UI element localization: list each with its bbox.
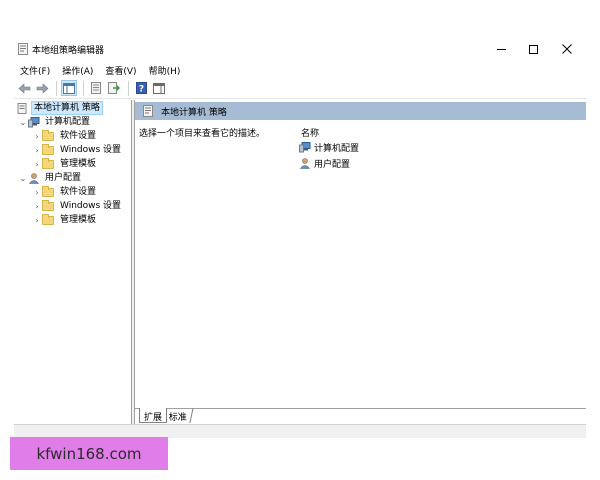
tree-item-computer-config[interactable]: ⌄ 计算机配置 [18,115,92,129]
forward-arrow-icon [36,82,48,94]
title-bar[interactable]: 本地组策略编辑器 [14,36,586,62]
svg-text:?: ? [138,85,143,95]
tree-item-user-config[interactable]: ⌄ 用户配置 [18,171,83,185]
menu-file[interactable]: 文件(F) [14,62,56,77]
list-item-user-config[interactable]: 用户配置 [299,156,350,170]
expand-icon[interactable]: › [32,145,42,155]
policy-document-icon [18,43,28,55]
action-pane-button[interactable] [151,80,167,96]
folder-icon [42,129,54,141]
back-arrow-icon [18,82,30,94]
expand-icon[interactable]: › [32,215,42,225]
policy-document-icon [143,105,153,117]
tree-item-user-admin-templates[interactable]: › 管理模板 [32,213,98,227]
menu-help[interactable]: 帮助(H) [143,62,187,77]
expand-icon[interactable]: › [32,187,42,197]
menu-bar: 文件(F) 操作(A) 查看(V) 帮助(H) [14,62,586,77]
expand-icon[interactable]: › [32,159,42,169]
export-list-button[interactable] [106,80,122,96]
folder-icon [42,143,54,155]
folder-icon [42,157,54,169]
toolbar-separator [128,80,129,96]
tree-item-label: 软件设置 [60,187,97,197]
show-hide-tree-button[interactable] [61,80,77,96]
toolbar-separator [83,80,84,96]
expand-icon[interactable]: › [32,201,42,211]
maximize-button[interactable] [518,40,548,58]
details-header-title: 本地计算机 策略 [161,107,227,118]
folder-icon [42,199,54,211]
minimize-icon [496,48,506,50]
help-button[interactable]: ? [133,80,149,96]
collapse-icon[interactable]: ⌄ [18,173,28,183]
action-pane-icon [153,82,165,94]
details-pane: 本地计算机 策略 选择一个项目来查看它的描述。 名称 计算机配置 用户配置 [135,100,586,408]
toolbar: ? [14,78,586,99]
tree-item-computer-admin-templates[interactable]: › 管理模板 [32,157,98,171]
back-button[interactable] [16,80,32,96]
tree-item-computer-software-settings[interactable]: › 软件设置 [32,129,98,143]
tree-item-computer-windows-settings[interactable]: › Windows 设置 [32,143,123,157]
view-tabs: 扩展 标准 [135,408,586,424]
tree-item-label: 管理模板 [60,159,97,169]
toolbar-separator [56,80,57,96]
tree-item-label: 本地计算机 策略 [31,101,103,115]
computer-icon [28,116,40,127]
user-icon [299,157,311,169]
details-header: 本地计算机 策略 [135,102,586,120]
console-tree[interactable]: 本地计算机 策略 ⌄ 计算机配置 › 软件设置 › Windows 设置 › 管… [14,100,132,424]
tree-item-user-windows-settings[interactable]: › Windows 设置 [32,199,123,213]
tab-standard-label: 标准 [168,413,187,423]
minimize-button[interactable] [486,40,516,58]
policy-document-icon [17,102,27,114]
properties-icon [91,82,101,94]
tree-item-label: Windows 设置 [60,145,122,155]
folder-icon [42,213,54,225]
tab-standard[interactable]: 标准 [163,408,194,423]
folder-icon [42,185,54,197]
expand-icon[interactable]: › [32,131,42,141]
status-bar [14,424,586,438]
export-list-icon [108,82,120,94]
maximize-icon [528,44,538,54]
gpedit-window: 本地组策略编辑器 文件(F) 操作(A) 查看(V) 帮助(H) ? 本地计算机… [14,36,586,438]
tree-item-label: 用户配置 [45,173,82,183]
menu-view[interactable]: 查看(V) [99,62,142,77]
close-button[interactable] [552,40,582,58]
close-icon [562,44,572,54]
tree-item-label: 计算机配置 [45,117,91,127]
tree-item-label: Windows 设置 [60,201,122,211]
list-item-label: 用户配置 [314,159,351,170]
watermark: kfwin168.com [10,437,168,470]
properties-button[interactable] [88,80,104,96]
tree-item-root[interactable]: 本地计算机 策略 [16,101,103,115]
menu-action[interactable]: 操作(A) [56,62,99,77]
window-title: 本地组策略编辑器 [32,46,105,56]
collapse-icon[interactable]: ⌄ [18,117,28,127]
list-item-label: 计算机配置 [314,143,360,154]
user-icon [28,172,40,184]
forward-button[interactable] [34,80,50,96]
description-text: 选择一个项目来查看它的描述。 [139,129,266,139]
help-icon: ? [135,82,147,95]
tree-item-label: 软件设置 [60,131,97,141]
column-header-name[interactable]: 名称 [301,126,319,139]
computer-icon [299,141,311,152]
tree-item-label: 管理模板 [60,215,97,225]
tree-item-user-software-settings[interactable]: › 软件设置 [32,185,98,199]
show-hide-tree-icon [63,82,75,94]
list-item-computer-config[interactable]: 计算机配置 [299,140,359,154]
